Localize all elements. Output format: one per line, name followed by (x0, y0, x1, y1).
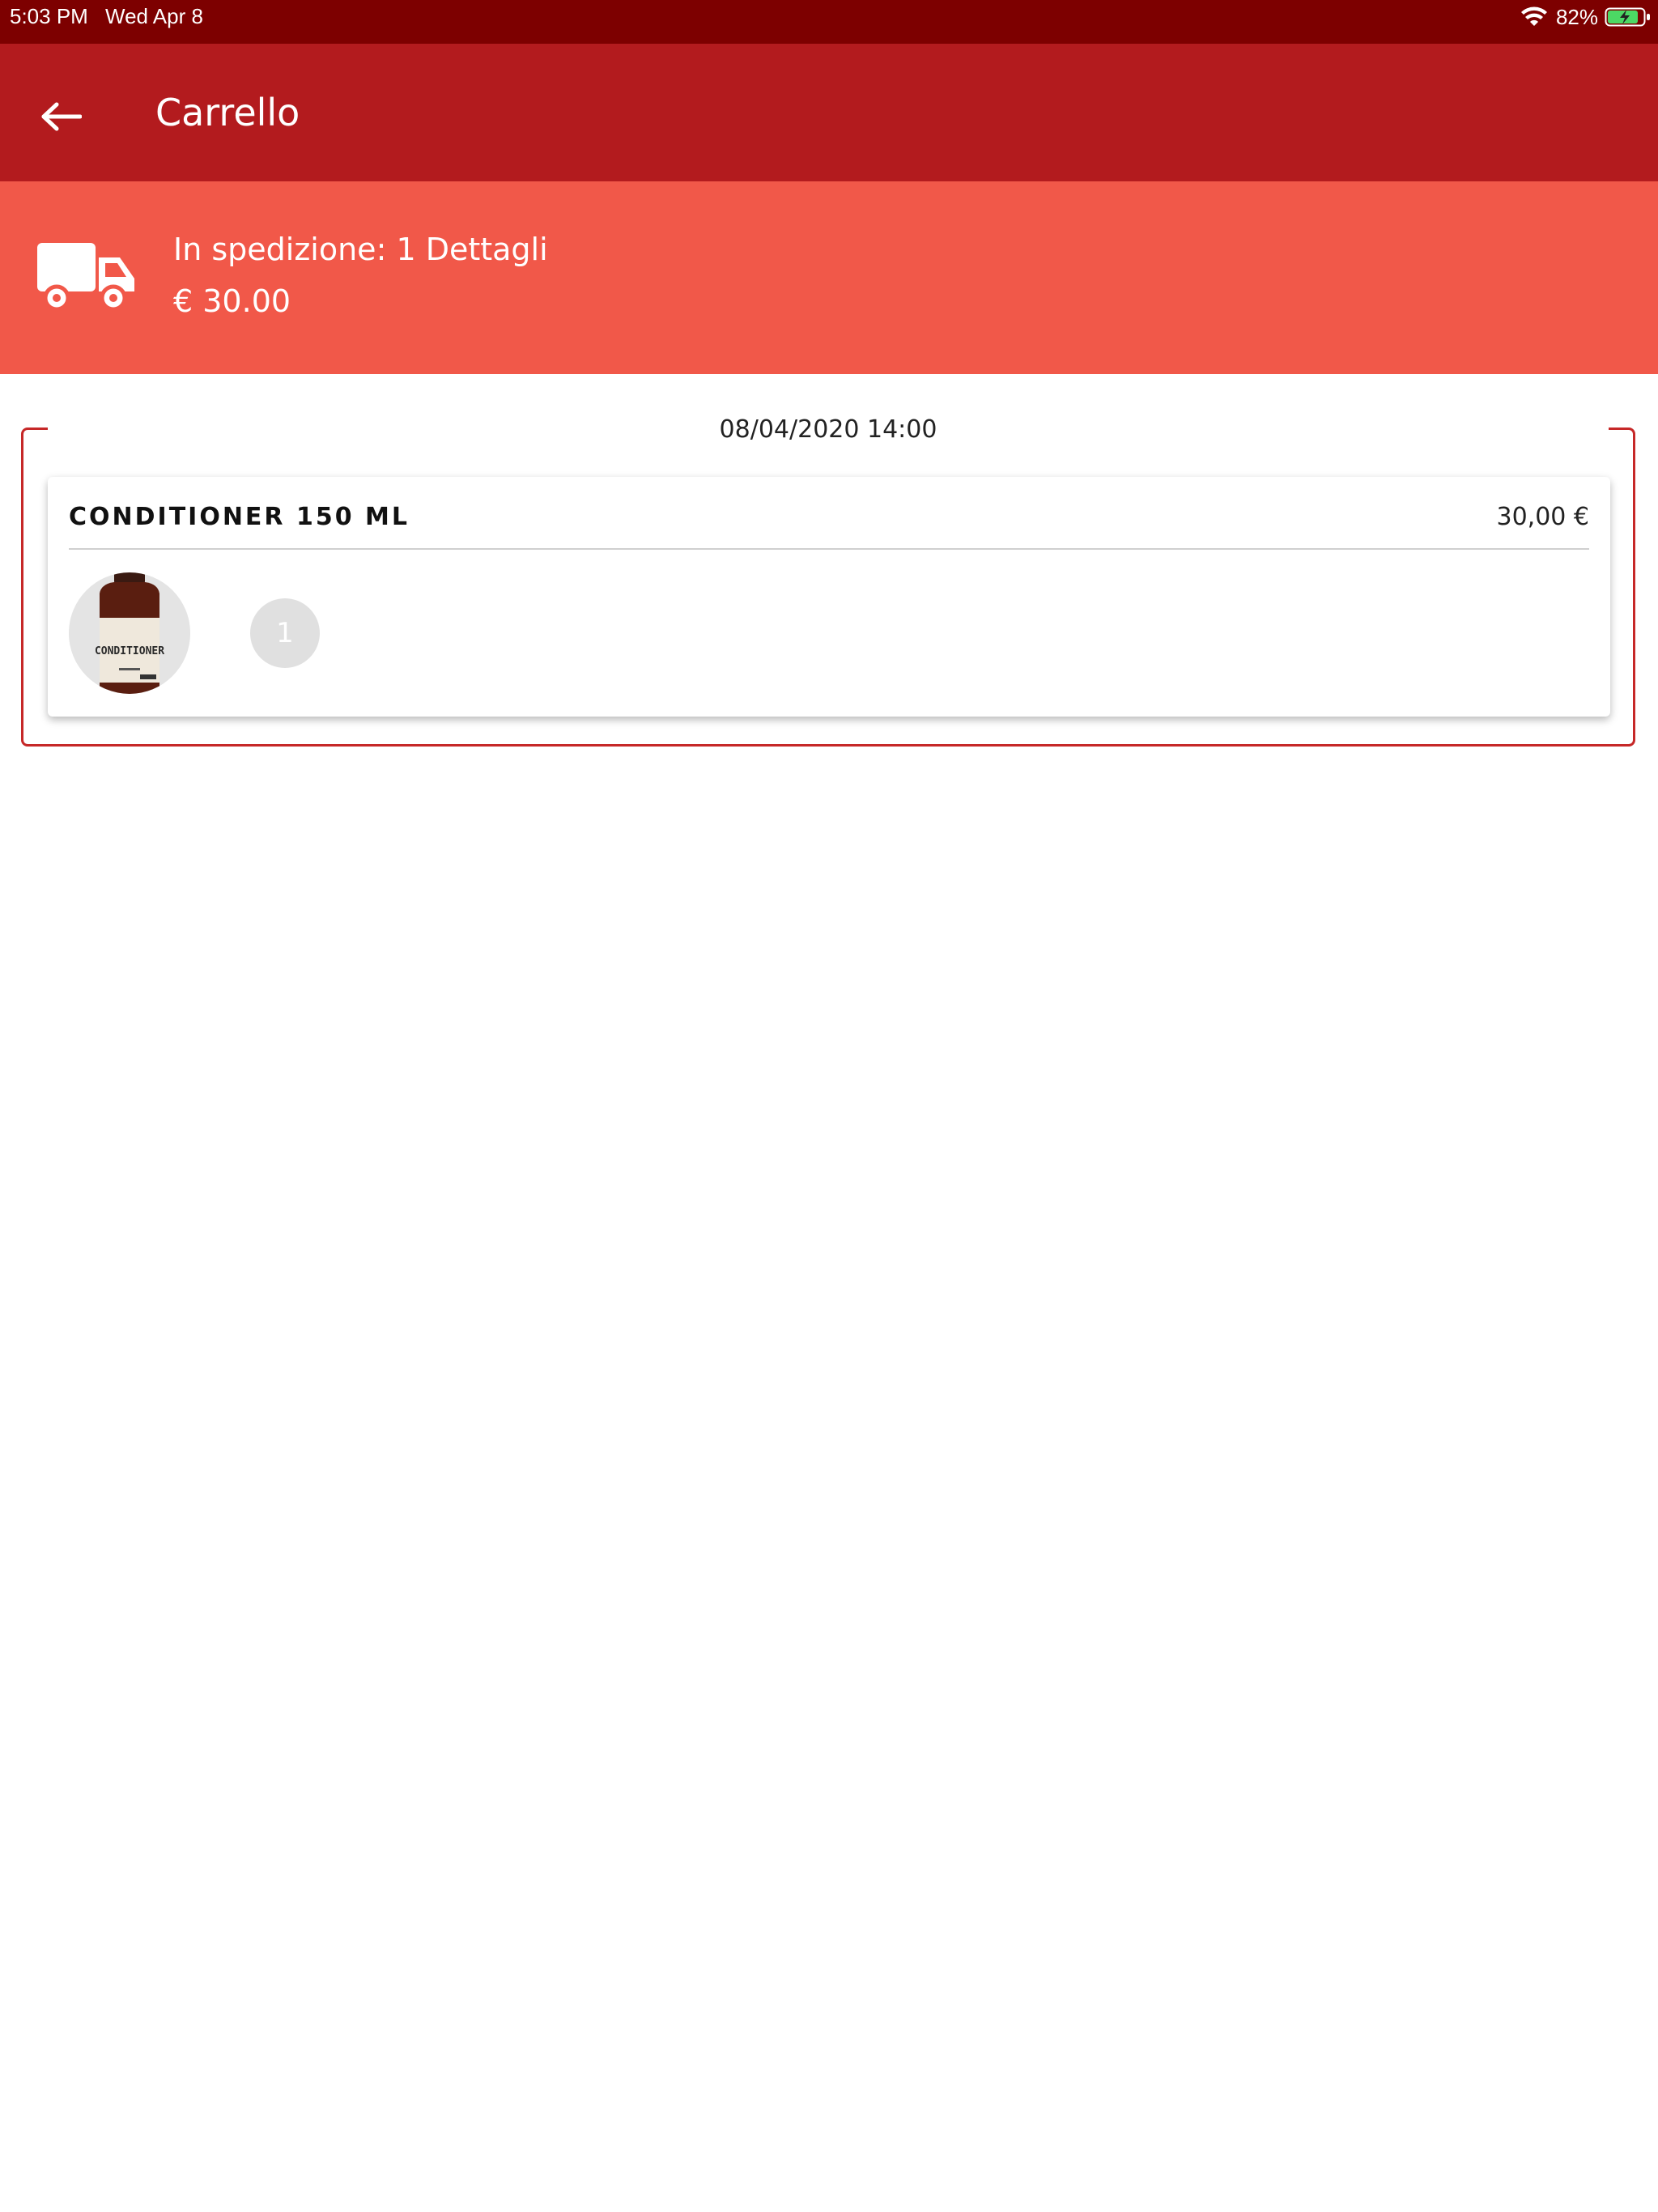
order-group: 08/04/2020 14:00 CONDITIONER 150 ML 30,0… (21, 414, 1635, 747)
app-bar: Carrello (0, 44, 1658, 181)
arrow-left-icon (41, 102, 82, 131)
truck-icon (37, 243, 134, 312)
battery-charging-icon (1605, 7, 1650, 27)
order-date: 08/04/2020 14:00 (719, 415, 937, 444)
status-bar: 5:03 PM Wed Apr 8 82% (0, 0, 1658, 44)
item-name: CONDITIONER 150 ML (69, 503, 410, 531)
quantity-badge: 1 (250, 598, 320, 668)
divider (69, 548, 1589, 550)
wifi-icon (1520, 6, 1547, 26)
conditioner-bottle-image: CONDITIONER (69, 572, 190, 694)
quantity-value: 1 (276, 617, 294, 649)
shipping-label: In spedizione: 1 Dettagli (173, 232, 548, 267)
status-time: 5:03 PM (10, 4, 88, 28)
bottle-label-text: CONDITIONER (95, 645, 164, 657)
cart-item-card[interactable]: CONDITIONER 150 ML 30,00 € CONDITIONER 1 (48, 477, 1610, 717)
status-date: Wed Apr 8 (105, 4, 203, 28)
item-price: 30,00 € (1496, 503, 1589, 531)
back-button[interactable] (29, 84, 94, 149)
order-date-header: 08/04/2020 14:00 (48, 414, 1609, 446)
status-indicators: 82% (1520, 3, 1652, 31)
shipping-summary[interactable]: In spedizione: 1 Dettagli € 30.00 (0, 181, 1658, 374)
battery-percent: 82% (1555, 4, 1598, 29)
shipping-amount: € 30.00 (173, 283, 291, 319)
product-image: CONDITIONER (69, 572, 190, 694)
page-title: Carrello (155, 91, 300, 134)
